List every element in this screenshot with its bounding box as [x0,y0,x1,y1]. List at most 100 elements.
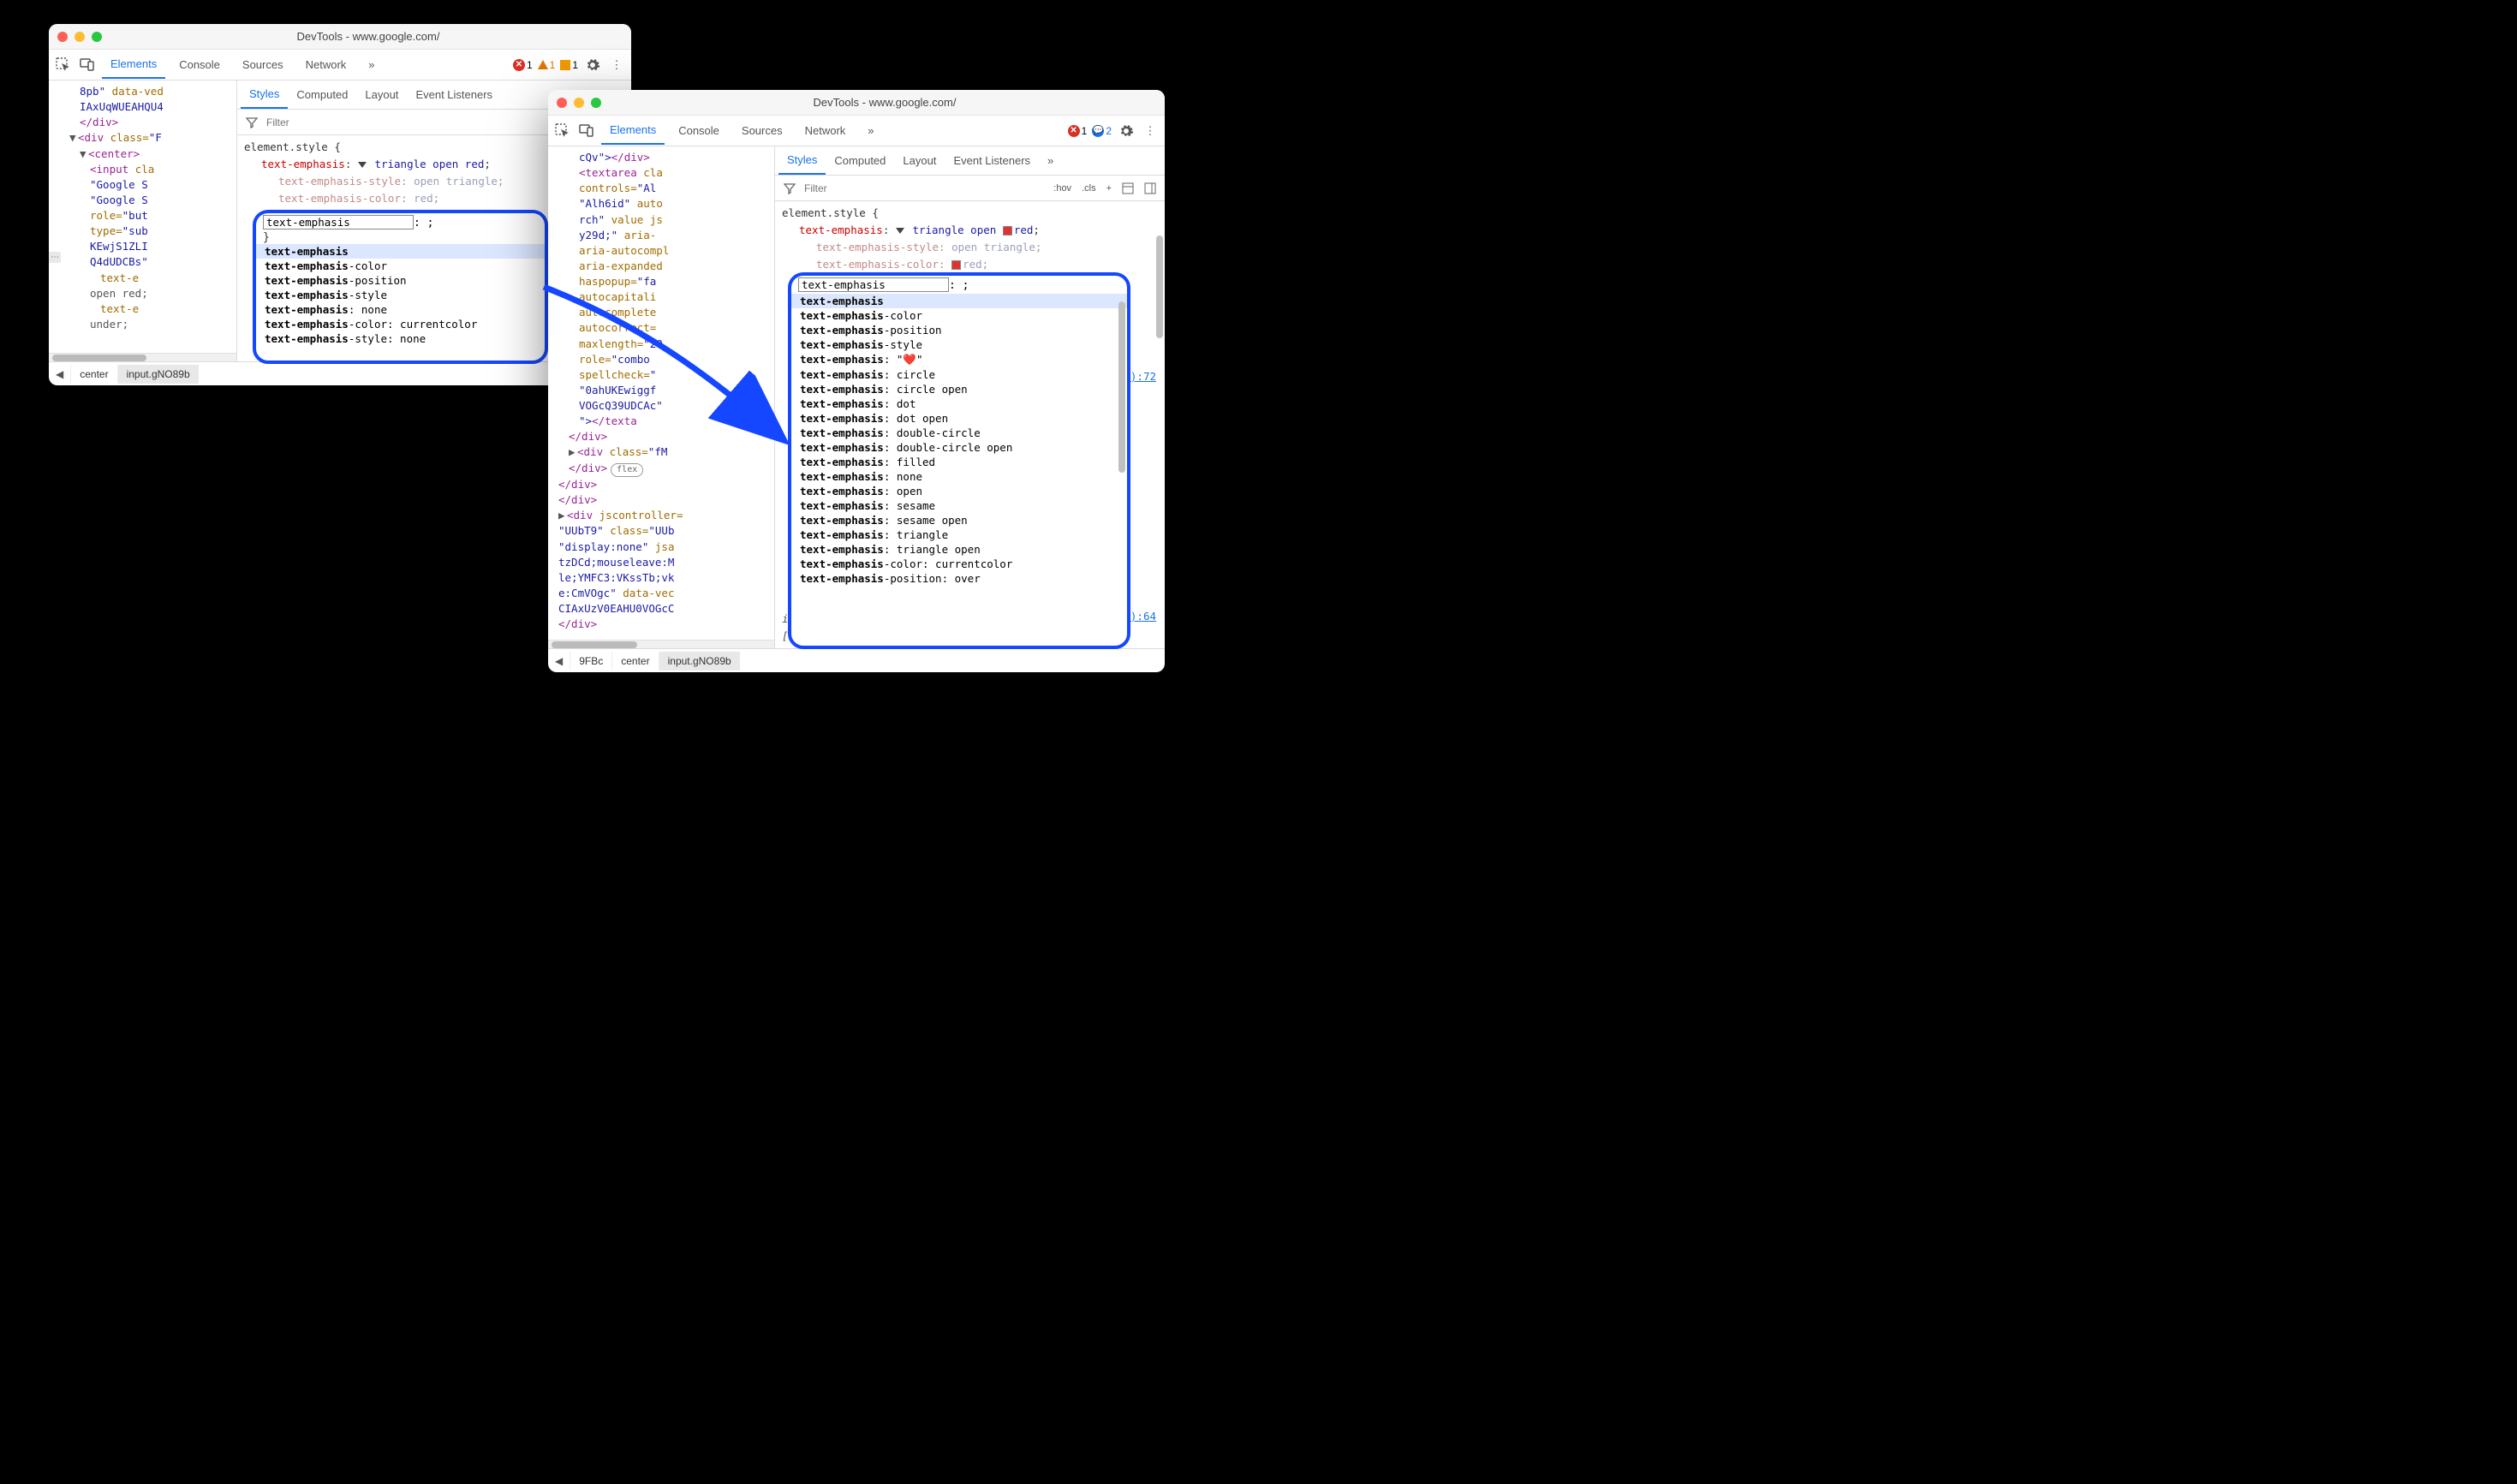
inspect-icon[interactable] [54,56,73,74]
autocomplete-item[interactable]: text-emphasis: sesame open [791,513,1127,527]
autocomplete-item[interactable]: text-emphasis-color: currentcolor [791,557,1127,571]
autocomplete-item[interactable]: text-emphasis: "❤️" [791,352,1127,367]
autocomplete-item[interactable]: text-emphasis: filled [791,455,1127,469]
autocomplete-item[interactable]: text-emphasis: triangle open [791,542,1127,557]
kebab-icon[interactable]: ⋮ [1141,122,1160,140]
color-swatch-icon[interactable] [1003,226,1012,235]
tab-styles[interactable]: Styles [778,146,826,175]
autocomplete-list[interactable]: text-emphasistext-emphasis-colortext-emp… [791,294,1127,586]
tab-network[interactable]: Network [796,117,855,144]
tab-elements[interactable]: Elements [102,51,165,79]
device-toolbar-icon[interactable] [78,56,97,74]
css-property-input[interactable] [263,215,414,229]
autocomplete-item[interactable]: text-emphasis-position [256,273,545,288]
tab-sources[interactable]: Sources [733,117,791,144]
issues-badge[interactable]: 1 [560,59,578,71]
vscrollbar[interactable] [1156,235,1163,614]
autocomplete-item[interactable]: text-emphasis: double-circle [791,426,1127,440]
tab-computed[interactable]: Computed [288,81,356,108]
tab-styles[interactable]: Styles [241,80,288,109]
autocomplete-item[interactable]: text-emphasis: sesame [791,498,1127,513]
sidebar-icon[interactable] [1141,179,1160,198]
flex-badge[interactable]: flex [611,463,643,478]
filter-input[interactable] [265,116,558,129]
autocomplete-item[interactable]: text-emphasis-position: over [791,571,1127,586]
vscrollbar[interactable] [1118,301,1125,637]
breadcrumb-item[interactable]: center [70,365,116,384]
autocomplete-item[interactable]: text-emphasis: circle [791,367,1127,382]
errors-badge[interactable]: ✕1 [513,59,533,71]
issues-badge[interactable]: 💬2 [1092,125,1112,137]
autocomplete-item[interactable]: text-emphasis: open [791,484,1127,498]
stylesheet-ref[interactable]: ):64 [1130,608,1156,625]
expand-icon[interactable] [896,228,904,234]
stylesheet-ref[interactable]: ):72 [1130,368,1156,385]
autocomplete-item[interactable]: text-emphasis: none [256,302,545,317]
tab-layout[interactable]: Layout [356,81,407,108]
tab-eventlisteners[interactable]: Event Listeners [407,81,501,108]
filter-icon[interactable] [242,113,261,132]
tab-elements[interactable]: Elements [601,116,665,145]
dom-tree[interactable]: 8pb" data-ved IAxUqWUEAHQU4 </div> ▼<div… [49,80,236,336]
inspect-icon[interactable] [553,122,572,140]
computed-styles-icon[interactable] [1118,179,1137,198]
warnings-badge[interactable]: 1 [538,59,556,71]
tab-sources[interactable]: Sources [234,51,292,78]
autocomplete-item[interactable]: text-emphasis: dot [791,396,1127,411]
tab-network[interactable]: Network [297,51,355,78]
autocomplete-item[interactable]: text-emphasis: none [791,469,1127,484]
autocomplete-item[interactable]: text-emphasis-style [791,337,1127,352]
autocomplete-item[interactable]: text-emphasis [256,244,545,259]
gear-icon[interactable] [1117,122,1136,140]
autocomplete-item[interactable]: text-emphasis-style [256,288,545,302]
minimize-icon[interactable] [574,98,584,108]
device-toolbar-icon[interactable] [577,122,596,140]
gear-icon[interactable] [583,56,602,74]
autocomplete-item[interactable]: text-emphasis: circle open [791,382,1127,396]
tab-layout[interactable]: Layout [894,147,945,174]
autocomplete-list[interactable]: text-emphasistext-emphasis-colortext-emp… [256,244,545,346]
minimize-icon[interactable] [75,32,85,42]
plus-button[interactable]: + [1103,182,1115,195]
zoom-icon[interactable] [591,98,601,108]
breadcrumb-item[interactable]: input.gNO89b [117,365,199,384]
filter-icon[interactable] [780,179,799,198]
breadcrumb-item[interactable]: input.gNO89b [659,652,740,670]
autocomplete-item[interactable]: text-emphasis: dot open [791,411,1127,426]
close-icon[interactable] [57,32,68,42]
autocomplete-item[interactable]: text-emphasis-position [791,323,1127,337]
css-property-input[interactable] [798,277,949,292]
color-swatch-icon[interactable] [951,260,961,270]
tab-more[interactable]: » [859,117,882,144]
hscrollbar[interactable] [49,353,236,361]
dom-tree[interactable]: cQv"></div> <textarea cla controls="Al "… [548,146,774,635]
hov-toggle[interactable]: :hov [1050,182,1075,195]
tab-console[interactable]: Console [670,117,728,144]
autocomplete-item[interactable]: text-emphasis-color [791,308,1127,323]
breadcrumb-prev-icon[interactable]: ◀ [49,368,70,380]
overflow-indicator[interactable]: ⋯ [49,252,61,263]
breadcrumb-item[interactable]: center [611,652,658,670]
disclosure-icon[interactable]: ▼ [80,146,88,162]
disclosure-icon[interactable]: ▶ [558,508,567,523]
zoom-icon[interactable] [92,32,102,42]
errors-badge[interactable]: ✕1 [1068,125,1088,137]
tab-console[interactable]: Console [170,51,229,78]
hscrollbar[interactable] [548,640,774,648]
disclosure-icon[interactable]: ▶ [569,444,577,460]
autocomplete-item[interactable]: text-emphasis-color [256,259,545,273]
breadcrumb-item[interactable]: 9FBc [570,652,611,670]
disclosure-icon[interactable]: ▼ [69,130,78,146]
autocomplete-item[interactable]: text-emphasis: triangle [791,527,1127,542]
autocomplete-item[interactable]: text-emphasis: double-circle open [791,440,1127,455]
kebab-icon[interactable]: ⋮ [607,56,626,74]
tab-more[interactable]: » [1039,147,1062,174]
autocomplete-item[interactable]: text-emphasis-color: currentcolor [256,317,545,331]
tab-more[interactable]: » [360,51,383,78]
tab-eventlisteners[interactable]: Event Listeners [945,147,1039,174]
close-icon[interactable] [557,98,567,108]
tab-computed[interactable]: Computed [826,147,894,174]
autocomplete-item[interactable]: text-emphasis-style: none [256,331,545,346]
expand-icon[interactable] [358,162,367,168]
cls-toggle[interactable]: .cls [1078,182,1100,195]
